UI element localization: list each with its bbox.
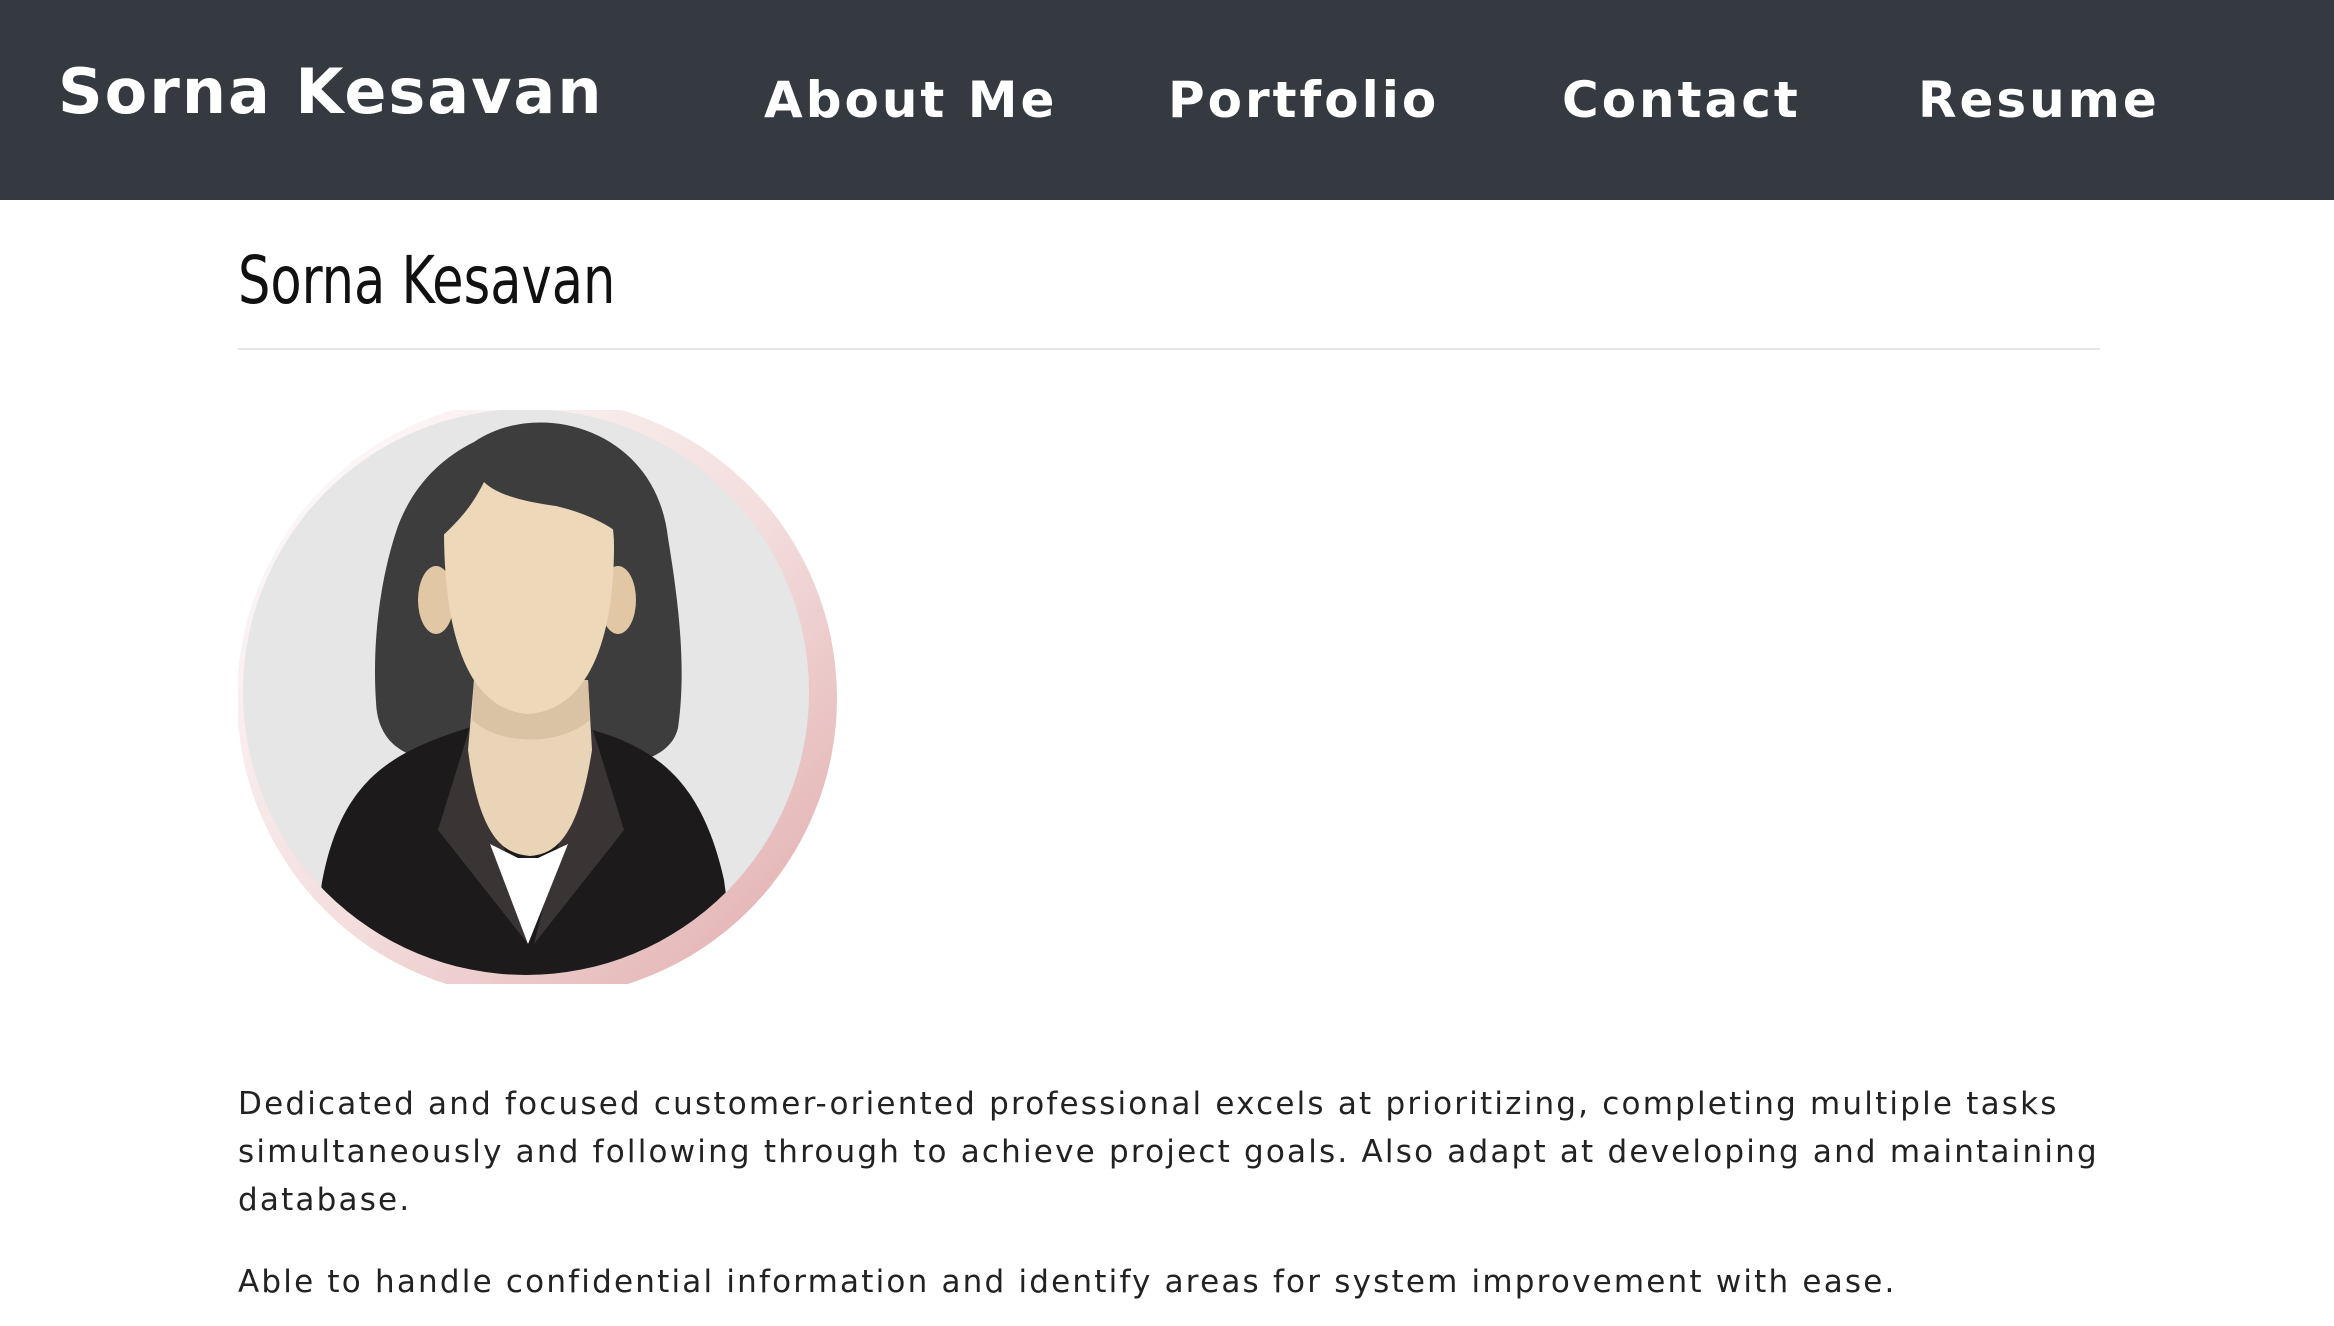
page-title: Sorna Kesavan [238,242,616,319]
nav-link-about-me[interactable]: About Me [764,62,1057,138]
woman-professional-avatar-icon [237,398,837,998]
nav-link-resume[interactable]: Resume [1918,62,2160,138]
bio-paragraph: Able to handle confidential information … [238,1264,1897,1300]
nav-link-portfolio[interactable]: Portfolio [1168,62,1439,138]
nav-link-contact[interactable]: Contact [1562,62,1801,138]
top-navbar: Sorna Kesavan About Me Portfolio Contact… [0,0,2334,200]
heading-divider [238,348,2100,350]
bio-paragraph: Dedicated and focused customer-oriented … [238,1086,2099,1218]
brand-link[interactable]: Sorna Kesavan [58,52,604,132]
profile-avatar [237,398,838,998]
